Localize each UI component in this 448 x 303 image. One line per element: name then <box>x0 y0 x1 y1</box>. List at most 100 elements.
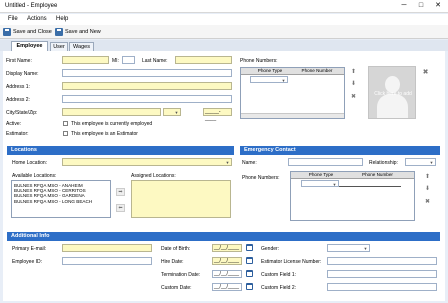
additional-info-header: Additional Info <box>7 232 440 241</box>
location-item[interactable]: BULNES RFQA MSO - LONG BEACH <box>12 199 110 204</box>
first-name-input[interactable] <box>62 56 109 64</box>
dob-calendar-icon[interactable] <box>246 244 253 251</box>
close-button[interactable]: ✕ <box>431 1 445 11</box>
employee-id-input[interactable] <box>62 257 152 265</box>
dob-label: Date of Birth: <box>161 246 191 252</box>
custom-field1-label: Custom Field 1: <box>261 272 297 278</box>
emergency-name-label: Name: <box>242 160 257 166</box>
assigned-locations-label: Assigned Locations: <box>131 173 176 179</box>
estimator-label: Estimator: <box>6 131 29 137</box>
menu-actions[interactable]: Actions <box>27 16 47 22</box>
phone-number-cell[interactable] <box>339 186 401 187</box>
home-location-dropdown-icon: ▼ <box>225 160 230 165</box>
last-name-input[interactable] <box>175 56 232 64</box>
emergency-phone-grid[interactable]: Phone Type Phone Number ▼ <box>290 171 415 221</box>
city-input[interactable] <box>62 108 161 116</box>
state-dropdown-icon: ▼ <box>174 110 179 115</box>
move-down-icon[interactable]: ⬇ <box>350 81 357 88</box>
address1-input[interactable] <box>62 82 232 90</box>
relationship-select[interactable]: ▼ <box>405 158 436 166</box>
available-locations-list[interactable]: BULNES RFQA MSO - ANAHEIM BULNES RFQA MS… <box>11 180 111 218</box>
emergency-name-input[interactable] <box>288 158 363 166</box>
add-location-button[interactable]: ➡ <box>116 188 125 196</box>
employee-photo[interactable]: Click here to add <box>368 66 416 119</box>
display-name-input[interactable] <box>62 69 232 77</box>
estimator-checkbox[interactable] <box>63 131 68 136</box>
custom-date-label: Custom Date: <box>161 285 192 291</box>
save-and-new-label: Save and New <box>65 29 101 35</box>
avatar-body-icon <box>377 94 408 118</box>
emergency-move-down-icon[interactable]: ⬇ <box>424 186 431 193</box>
relationship-dropdown-icon: ▼ <box>429 160 434 165</box>
emergency-delete-icon[interactable]: ✖ <box>424 199 431 206</box>
display-name-label: Display Name: <box>6 71 39 77</box>
state-select[interactable]: ▼ <box>163 108 181 116</box>
locations-header: Locations <box>7 146 234 155</box>
emergency-phone-number-header: Phone Number <box>339 172 414 179</box>
tab-employee[interactable]: Employee <box>11 41 48 51</box>
phone-grid[interactable]: Phone Type Phone Number ▼ <box>240 67 345 119</box>
save-and-close-button[interactable]: Save and Close <box>2 27 52 37</box>
phone-grid-scrollbar[interactable] <box>241 113 344 118</box>
menu-bar: File Actions Help <box>0 14 448 25</box>
grid-corner <box>241 68 250 75</box>
phone-numbers-label: Phone Numbers: <box>240 58 278 64</box>
active-checkbox[interactable] <box>63 121 68 126</box>
zip-input[interactable]: _____-____ <box>203 108 232 122</box>
termination-date-input[interactable]: __/__/____ <box>212 270 242 278</box>
assigned-locations-list[interactable] <box>131 180 231 218</box>
first-name-label: First Name: <box>6 58 32 64</box>
phone-type-dropdown-icon: ▼ <box>281 78 286 83</box>
menu-file[interactable]: File <box>8 16 18 22</box>
menu-help[interactable]: Help <box>56 16 68 22</box>
termination-date-calendar-icon[interactable] <box>246 270 253 277</box>
photo-hint: Click here to add <box>374 91 412 97</box>
custom-field1-input[interactable] <box>327 270 437 278</box>
home-location-label: Home Location: <box>12 160 48 166</box>
gender-select[interactable]: ▼ <box>327 244 370 252</box>
emergency-move-up-icon[interactable]: ⬆ <box>424 174 431 181</box>
save-and-close-label: Save and Close <box>13 29 52 35</box>
city-state-zip-label: City/State/Zip: <box>6 110 38 116</box>
maximize-button[interactable]: □ <box>414 1 428 11</box>
grid-corner <box>291 172 301 179</box>
toolbar: Save and Close Save and New <box>0 25 448 39</box>
custom-date-calendar-icon[interactable] <box>246 283 253 290</box>
hire-date-input[interactable]: __/__/____ <box>212 257 242 265</box>
remove-photo-icon[interactable]: ✖ <box>422 69 429 76</box>
tab-wages[interactable]: Wages <box>69 42 94 51</box>
relationship-label: Relationship: <box>369 160 398 166</box>
tab-user[interactable]: User <box>50 42 68 51</box>
custom-date-input[interactable]: __/__/____ <box>212 283 242 291</box>
remove-location-button[interactable]: ⬅ <box>116 204 125 212</box>
phone-type-header: Phone Type <box>250 68 288 75</box>
termination-date-label: Termination Date: <box>161 272 201 278</box>
estimator-text: This employee is an Estimator <box>71 131 138 137</box>
emergency-phone-type-dropdown-icon: ▼ <box>332 182 337 187</box>
primary-email-input[interactable] <box>62 244 152 252</box>
minimize-button[interactable]: ─ <box>397 1 411 11</box>
save-and-new-button[interactable]: Save and New <box>54 27 101 37</box>
address2-label: Address 2: <box>6 97 30 103</box>
tab-strip: Employee User Wages <box>0 40 448 51</box>
save-icon <box>3 28 11 36</box>
available-locations-label: Available Locations: <box>12 173 57 179</box>
active-label: Active: <box>6 121 22 127</box>
custom-field2-input[interactable] <box>327 283 437 291</box>
mi-input[interactable] <box>122 56 135 64</box>
hire-date-calendar-icon[interactable] <box>246 257 253 264</box>
delete-phone-icon[interactable]: ✖ <box>350 94 357 101</box>
gender-dropdown-icon: ▼ <box>363 246 368 251</box>
gender-label: Gender: <box>261 246 280 252</box>
address2-input[interactable] <box>62 95 232 103</box>
estimator-license-input[interactable] <box>327 257 437 265</box>
title-bar: Untitled - Employee ─ □ ✕ <box>0 0 448 13</box>
dob-input[interactable]: __/__/____ <box>212 244 242 252</box>
phone-type-select[interactable]: ▼ <box>250 76 288 83</box>
custom-field2-label: Custom Field 2: <box>261 285 297 291</box>
home-location-select[interactable]: ▼ <box>62 158 232 166</box>
hire-date-label: Hire Date: <box>161 259 184 265</box>
move-up-icon[interactable]: ⬆ <box>350 69 357 76</box>
phone-number-header: Phone Number <box>288 68 344 75</box>
emergency-phone-type-select[interactable]: ▼ <box>301 180 339 187</box>
